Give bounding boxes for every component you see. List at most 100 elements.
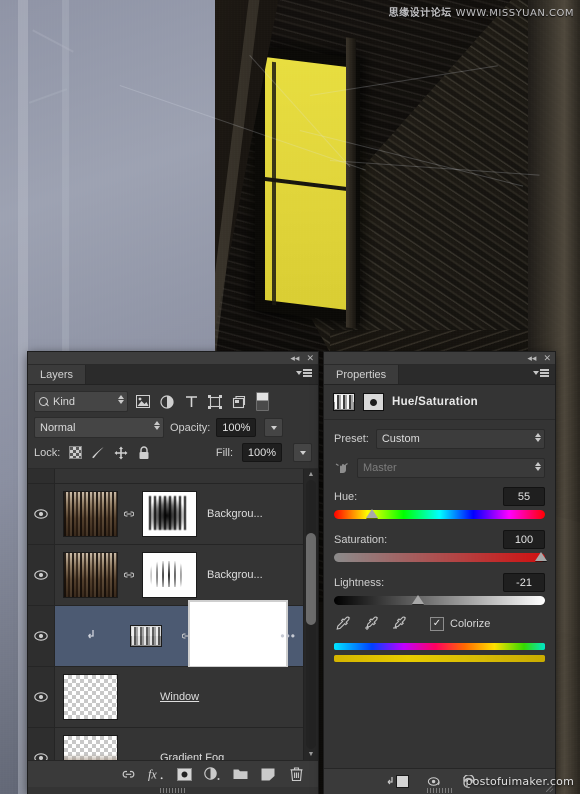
shape-layer-filter-icon[interactable]	[206, 393, 224, 411]
layer-visibility-toggle[interactable]	[28, 728, 55, 760]
table-row[interactable]: Gradient Fog	[28, 728, 318, 760]
layer-visibility-toggle[interactable]	[28, 469, 55, 483]
type-layer-filter-icon[interactable]	[182, 393, 200, 411]
saturation-slider-block: Saturation: 100	[334, 530, 545, 562]
layer-visibility-toggle[interactable]	[28, 606, 55, 666]
scroll-down-arrow-icon[interactable]: ▼	[304, 749, 318, 760]
blend-mode-row: Normal Opacity: 100%	[28, 417, 318, 443]
layer-thumbnail[interactable]	[63, 674, 118, 720]
lock-position-icon[interactable]	[114, 446, 128, 460]
collapse-icon[interactable]: ◂◂	[290, 354, 299, 363]
blend-mode-select[interactable]: Normal	[34, 417, 164, 438]
hue-slider-track[interactable]	[334, 510, 545, 519]
watermark-url-text: WWW.MISSYUAN.COM	[456, 8, 574, 19]
layer-mask-icon[interactable]	[363, 393, 384, 411]
filter-toggle-switch[interactable]	[256, 392, 269, 411]
hue-spectrum-bar-output	[334, 655, 545, 662]
properties-panel: ◂◂ ✕ Properties Hue/Saturation Preset: C…	[324, 352, 555, 794]
layer-mask-thumbnail-white[interactable]	[188, 600, 288, 668]
opacity-input[interactable]: 100%	[216, 418, 256, 437]
saturation-slider-track[interactable]	[334, 553, 545, 562]
fill-input[interactable]: 100%	[242, 443, 282, 462]
scrollbar-thumb[interactable]	[306, 533, 316, 625]
layers-panel-titlebar[interactable]: ◂◂ ✕	[28, 352, 318, 365]
channel-row: Master	[334, 458, 545, 478]
saturation-value-input[interactable]: 100	[503, 530, 545, 549]
layer-name[interactable]: Backgrou...	[207, 569, 263, 581]
watermark-chinese-text: 思缘设计论坛	[389, 8, 452, 19]
filter-kind-label: Kind	[53, 396, 75, 408]
eyedropper-add-icon[interactable]	[364, 616, 379, 631]
table-row[interactable]: Backgrou...	[28, 545, 318, 606]
preset-value: Custom	[382, 433, 420, 445]
fill-dropdown-button[interactable]	[293, 443, 312, 462]
layer-thumbnail[interactable]	[63, 735, 118, 760]
properties-body: Preset: Custom Master Hue: 55	[324, 420, 555, 662]
adjustment-layer-filter-icon[interactable]	[158, 393, 176, 411]
opacity-dropdown-button[interactable]	[264, 418, 283, 437]
preset-label: Preset:	[334, 433, 369, 445]
scroll-up-arrow-icon[interactable]: ▲	[304, 469, 318, 480]
layer-list-scrollbar[interactable]: ▲ ▼	[303, 469, 318, 760]
link-layers-icon[interactable]	[120, 766, 136, 782]
pixel-layer-filter-icon[interactable]	[134, 393, 152, 411]
new-layer-icon[interactable]	[260, 766, 276, 782]
lock-all-icon[interactable]	[137, 446, 151, 460]
layer-style-fx-icon[interactable]: fx	[148, 766, 164, 782]
smart-object-filter-icon[interactable]	[230, 393, 248, 411]
collapse-icon[interactable]: ◂◂	[527, 354, 536, 363]
layer-mask-link-icon[interactable]	[118, 569, 140, 582]
tab-properties[interactable]: Properties	[324, 365, 399, 384]
hue-slider-thumb[interactable]	[366, 509, 378, 518]
table-row-selected[interactable]: •••	[28, 606, 318, 667]
hue-value-input[interactable]: 55	[503, 487, 545, 506]
panel-resize-grip-bottom[interactable]	[160, 788, 186, 793]
lightness-slider-track[interactable]	[334, 596, 545, 605]
lock-label: Lock:	[34, 447, 60, 459]
saturation-slider-thumb[interactable]	[535, 552, 547, 561]
clip-to-layer-icon[interactable]	[386, 775, 409, 788]
lightness-value-input[interactable]: -21	[503, 573, 545, 592]
layer-visibility-toggle[interactable]	[28, 545, 55, 605]
layer-name[interactable]: Gradient Fog	[160, 752, 224, 760]
eyedropper-subtract-icon[interactable]	[392, 616, 407, 631]
colorize-checkbox[interactable]: ✓	[430, 617, 444, 631]
colorize-checkbox-group[interactable]: ✓ Colorize	[430, 617, 490, 631]
delete-layer-icon[interactable]	[288, 766, 304, 782]
lock-transparent-pixels-icon[interactable]	[69, 446, 82, 459]
layer-visibility-toggle[interactable]	[28, 484, 55, 544]
layer-thumbnail[interactable]	[63, 491, 118, 537]
channel-select[interactable]: Master	[357, 458, 545, 478]
layer-visibility-toggle[interactable]	[28, 667, 55, 727]
layer-name[interactable]: Window	[160, 691, 199, 703]
layer-list[interactable]: Backgrou... Backgrou...	[28, 469, 318, 760]
new-adjustment-layer-icon[interactable]	[204, 766, 220, 782]
close-icon[interactable]: ✕	[306, 354, 314, 363]
properties-panel-menu-icon[interactable]	[533, 369, 549, 377]
layer-mask-thumbnail[interactable]	[142, 491, 197, 537]
tree-trunk-1	[18, 0, 28, 794]
lock-image-pixels-icon[interactable]	[91, 446, 105, 460]
layer-thumbnail[interactable]	[63, 552, 118, 598]
filter-kind-select[interactable]: Kind	[34, 391, 128, 412]
close-icon[interactable]: ✕	[543, 354, 551, 363]
table-row[interactable]: Window	[28, 667, 318, 728]
preset-select[interactable]: Custom	[376, 429, 545, 449]
fill-label: Fill:	[216, 447, 233, 459]
layer-mask-link-icon[interactable]	[118, 508, 140, 521]
eyedropper-icon[interactable]	[336, 616, 351, 631]
layer-row-partial-top[interactable]	[28, 469, 318, 484]
adjustment-title: Hue/Saturation	[392, 396, 478, 408]
layers-panel-menu-icon[interactable]	[296, 369, 312, 377]
tab-layers[interactable]: Layers	[28, 365, 86, 384]
lightness-slider-thumb[interactable]	[412, 595, 424, 604]
targeted-adjustment-tool-icon[interactable]	[334, 460, 350, 476]
properties-panel-titlebar[interactable]: ◂◂ ✕	[324, 352, 555, 365]
adjustment-layer-thumbnail[interactable]	[130, 625, 162, 647]
layer-name[interactable]: Backgrou...	[207, 508, 263, 520]
layer-mask-thumbnail[interactable]	[142, 552, 197, 598]
add-layer-mask-icon[interactable]	[176, 766, 192, 782]
new-group-icon[interactable]	[232, 766, 248, 782]
table-row[interactable]: Backgrou...	[28, 484, 318, 545]
panel-resize-grip-bottom[interactable]	[427, 788, 453, 793]
